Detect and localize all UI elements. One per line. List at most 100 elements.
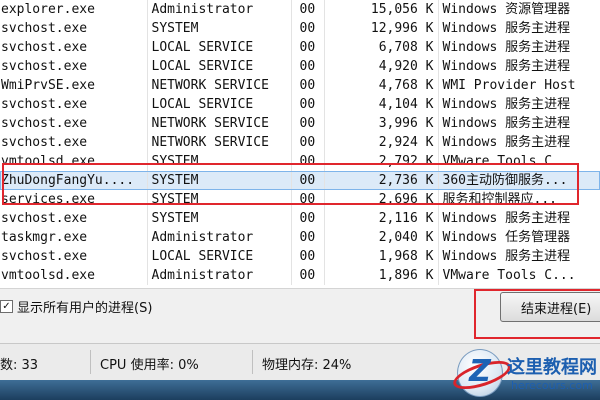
process-user: Administrator xyxy=(147,266,292,285)
process-description: VMware Tools C... xyxy=(442,154,576,169)
process-cpu: 00 xyxy=(291,133,325,152)
process-cpu: 00 xyxy=(291,209,325,228)
process-description: Windows 任务管理器 xyxy=(442,230,571,245)
process-description: VMware Tools C... xyxy=(442,268,576,283)
process-description: Windows 服务主进程 xyxy=(442,97,571,112)
process-row[interactable]: WmiPrvSE.exe NETWORK SERVICE 00 4,768 K WMI … xyxy=(0,76,600,95)
process-user: Administrator xyxy=(147,0,292,19)
process-memory: 1,896 K xyxy=(324,266,439,285)
process-name: vmtoolsd.exe xyxy=(0,266,148,285)
process-description: Windows 服务主进程 xyxy=(442,21,571,36)
process-cpu: 00 xyxy=(291,152,325,171)
process-memory: 4,768 K xyxy=(324,76,439,95)
process-cpu: 00 xyxy=(291,38,325,57)
process-row[interactable]: taskmgr.exe Administrator 00 2,040 K Windows… xyxy=(0,228,600,247)
process-description: 360主动防御服务... xyxy=(438,171,600,190)
process-row[interactable]: services.exe SYSTEM 00 2,696 K 服务和控制器应... xyxy=(0,190,600,209)
process-row[interactable]: svchost.exe SYSTEM 00 12,996 K Windows 服务主进程 xyxy=(0,19,600,38)
process-description: Windows 服务主进程 xyxy=(442,116,571,131)
process-name: services.exe xyxy=(0,190,148,209)
process-row[interactable]: svchost.exe LOCAL SERVICE 00 6,708 K Windows… xyxy=(0,38,600,57)
options-panel: ✓ 显示所有用户的进程(S) 结束进程(E) xyxy=(0,289,600,343)
checkbox-check-icon[interactable]: ✓ xyxy=(0,300,13,313)
process-memory: 4,104 K xyxy=(324,95,439,114)
logo-letter: Z xyxy=(469,354,491,389)
process-memory: 2,696 K xyxy=(324,190,439,209)
process-description: WMI Provider Host xyxy=(442,78,576,93)
process-memory: 15,056 K xyxy=(324,0,439,19)
process-cpu: 00 xyxy=(291,228,325,247)
process-user: SYSTEM xyxy=(147,209,292,228)
process-name: explorer.exe xyxy=(0,0,148,19)
process-memory: 2,040 K xyxy=(324,228,439,247)
process-user: NETWORK SERVICE xyxy=(147,133,292,152)
process-cpu: 00 xyxy=(291,57,325,76)
process-name: svchost.exe xyxy=(0,114,148,133)
process-row[interactable]: explorer.exe Administrator 00 15,056 K Windo… xyxy=(0,0,600,19)
process-name: ZhuDongFangYu.... xyxy=(0,171,148,190)
status-memory: 物理内存: 24% xyxy=(262,358,352,373)
process-description: Windows 服务主进程 xyxy=(442,135,571,150)
process-name: svchost.exe xyxy=(0,19,148,38)
process-cpu: 00 xyxy=(291,0,325,19)
process-row[interactable]: vmtoolsd.exe Administrator 00 1,896 K VMware… xyxy=(0,266,600,285)
process-user: LOCAL SERVICE xyxy=(147,38,292,57)
process-list: explorer.exe Administrator 00 15,056 K Windo… xyxy=(0,0,600,285)
process-memory: 2,792 K xyxy=(324,152,439,171)
process-memory: 2,736 K xyxy=(324,171,439,190)
process-description: 服务和控制器应... xyxy=(442,192,557,207)
process-user: SYSTEM xyxy=(147,152,292,171)
process-row[interactable]: svchost.exe LOCAL SERVICE 00 4,104 K Windows… xyxy=(0,95,600,114)
process-cpu: 00 xyxy=(291,171,325,190)
process-cpu: 00 xyxy=(291,247,325,266)
process-row[interactable]: svchost.exe NETWORK SERVICE 00 3,996 K Windo… xyxy=(0,114,600,133)
process-row[interactable]: ZhuDongFangYu.... SYSTEM 00 2,736 K 360主动防御服… xyxy=(0,171,600,190)
end-process-button[interactable]: 结束进程(E) xyxy=(500,292,600,322)
process-memory: 1,968 K xyxy=(324,247,439,266)
show-all-users-label: 显示所有用户的进程(S) xyxy=(17,301,153,316)
status-separator xyxy=(90,350,91,374)
process-name: svchost.exe xyxy=(0,57,148,76)
process-name: svchost.exe xyxy=(0,95,148,114)
process-memory: 6,708 K xyxy=(324,38,439,57)
process-row[interactable]: vmtoolsd.exe SYSTEM 00 2,792 K VMware Tools … xyxy=(0,152,600,171)
process-row[interactable]: svchost.exe LOCAL SERVICE 00 4,920 K Windows… xyxy=(0,57,600,76)
process-name: taskmgr.exe xyxy=(0,228,148,247)
process-cpu: 00 xyxy=(291,76,325,95)
process-memory: 2,116 K xyxy=(324,209,439,228)
process-memory: 4,920 K xyxy=(324,57,439,76)
process-description: Windows 服务主进程 xyxy=(442,40,571,55)
process-user: LOCAL SERVICE xyxy=(147,95,292,114)
process-row[interactable]: svchost.exe SYSTEM 00 2,116 K Windows 服务主进程 xyxy=(0,209,600,228)
process-list-body: explorer.exe Administrator 00 15,056 K Windo… xyxy=(0,0,600,285)
process-description: Windows 服务主进程 xyxy=(442,211,571,226)
process-memory: 3,996 K xyxy=(324,114,439,133)
watermark-title: 这里教程网 xyxy=(507,357,597,378)
process-cpu: 00 xyxy=(291,95,325,114)
process-description: Windows 服务主进程 xyxy=(442,59,571,74)
process-row[interactable]: svchost.exe LOCAL SERVICE 00 1,968 K Windows… xyxy=(0,247,600,266)
status-separator xyxy=(252,350,253,374)
process-name: svchost.exe xyxy=(0,209,148,228)
process-user: NETWORK SERVICE xyxy=(147,76,292,95)
process-name: svchost.exe xyxy=(0,247,148,266)
status-cpu-usage: CPU 使用率: 0% xyxy=(100,358,199,373)
process-user: LOCAL SERVICE xyxy=(147,247,292,266)
process-row[interactable]: svchost.exe NETWORK SERVICE 00 2,924 K Windo… xyxy=(0,133,600,152)
process-user: SYSTEM xyxy=(147,171,292,190)
process-cpu: 00 xyxy=(291,190,325,209)
process-user: Administrator xyxy=(147,228,292,247)
site-watermark: Z 这里教程网 herecours.com xyxy=(450,347,600,400)
process-cpu: 00 xyxy=(291,114,325,133)
process-name: vmtoolsd.exe xyxy=(0,152,148,171)
process-user: LOCAL SERVICE xyxy=(147,57,292,76)
process-name: WmiPrvSE.exe xyxy=(0,76,148,95)
process-memory: 12,996 K xyxy=(324,19,439,38)
process-description: Windows 服务主进程 xyxy=(442,249,571,264)
show-all-users-checkbox[interactable]: ✓ 显示所有用户的进程(S) xyxy=(0,297,152,316)
process-name: svchost.exe xyxy=(0,38,148,57)
process-name: svchost.exe xyxy=(0,133,148,152)
status-process-count: 数: 33 xyxy=(0,358,39,373)
process-user: NETWORK SERVICE xyxy=(147,114,292,133)
process-cpu: 00 xyxy=(291,19,325,38)
